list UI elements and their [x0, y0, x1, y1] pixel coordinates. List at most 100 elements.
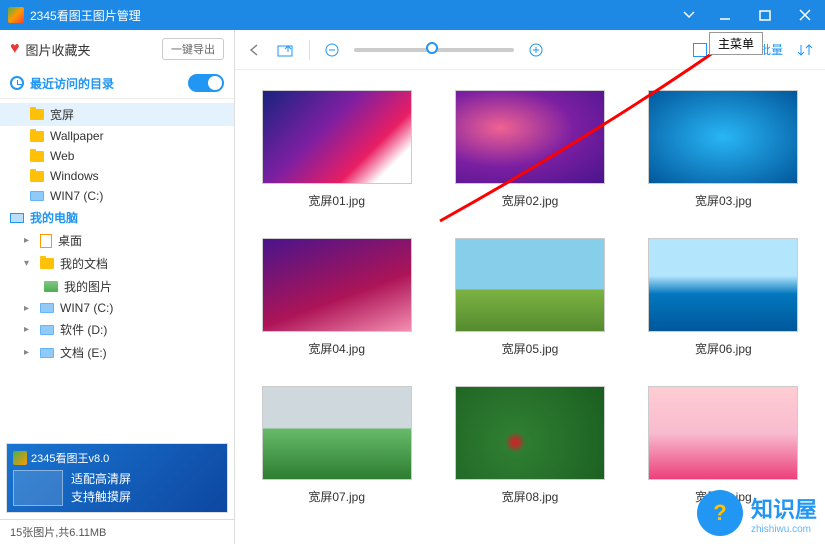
tree-header-mycomputer[interactable]: 我的电脑 [0, 206, 234, 229]
close-button[interactable] [785, 0, 825, 30]
expand-icon[interactable]: ▸ [24, 347, 34, 358]
maximize-button[interactable] [745, 0, 785, 30]
thumbnail-image [262, 238, 412, 332]
thumbnail-item[interactable]: 宽屏07.jpg [245, 386, 428, 524]
thumbnail-item[interactable]: 宽屏02.jpg [438, 90, 621, 228]
close-icon [799, 9, 811, 21]
disk-icon [40, 348, 54, 358]
heart-icon: ♥ [10, 40, 20, 58]
tree-item-comp-1[interactable]: ▾我的文档 [0, 252, 234, 275]
app-icon [8, 7, 24, 23]
sort-icon [797, 43, 813, 57]
thumbnail-image [455, 386, 605, 480]
disk-icon [30, 191, 44, 201]
maximize-icon [759, 9, 771, 21]
thumbnail-image [648, 386, 798, 480]
clock-icon [10, 76, 24, 90]
select-all-checkbox[interactable] [693, 43, 707, 57]
tree-item-comp-2[interactable]: 我的图片 [0, 275, 234, 298]
window-title: 2345看图王图片管理 [30, 7, 141, 24]
picture-icon [44, 281, 58, 292]
thumbnail-item[interactable]: 宽屏03.jpg [632, 90, 815, 228]
tree-item-comp-5[interactable]: ▸文档 (E:) [0, 341, 234, 364]
recent-header[interactable]: 最近访问的目录 [0, 68, 234, 99]
up-folder-button[interactable] [277, 42, 295, 58]
minimize-button[interactable] [705, 0, 745, 30]
zoom-in-button[interactable] [528, 42, 544, 58]
watermark-badge: ? [697, 490, 743, 536]
favorites-row: ♥ 图片收藏夹 一键导出 [0, 30, 234, 68]
chevron-down-icon [683, 11, 695, 19]
expand-icon[interactable]: ▸ [24, 235, 34, 246]
recent-toggle[interactable] [188, 74, 224, 92]
separator [309, 40, 310, 60]
promo-graphic [13, 470, 63, 506]
thumbnail-label: 宽屏08.jpg [502, 488, 559, 505]
thumbnail-label: 宽屏06.jpg [695, 340, 752, 357]
watermark-url: zhishiwu.com [751, 524, 817, 535]
thumbnail-grid: 宽屏01.jpg 宽屏02.jpg 宽屏03.jpg 宽屏04.jpg 宽屏05… [235, 70, 825, 544]
expand-icon[interactable]: ▸ [24, 324, 34, 335]
thumbnail-image [648, 238, 798, 332]
tree-item-comp-0[interactable]: ▸桌面 [0, 229, 234, 252]
app-icon [13, 451, 27, 465]
thumbnail-item[interactable]: 宽屏05.jpg [438, 238, 621, 376]
folder-icon [30, 131, 44, 142]
folder-icon [40, 258, 54, 269]
folder-icon [30, 151, 44, 162]
expand-icon[interactable]: ▸ [24, 303, 34, 314]
folder-icon [30, 171, 44, 182]
thumbnail-item[interactable]: 宽屏01.jpg [245, 90, 428, 228]
zoom-slider[interactable] [354, 48, 514, 52]
plus-circle-icon [528, 42, 544, 58]
expand-icon[interactable]: ▾ [24, 258, 34, 269]
promo-line2: 支持触摸屏 [71, 488, 131, 506]
promo-banner[interactable]: 2345看图王v8.0 适配高清屏 支持触摸屏 [6, 443, 228, 513]
tree-item-recent-4[interactable]: WIN7 (C:) [0, 186, 234, 206]
titlebar: 2345看图王图片管理 [0, 0, 825, 30]
promo-line1: 适配高清屏 [71, 470, 131, 488]
watermark-title: 知识屋 [751, 492, 817, 524]
recent-label: 最近访问的目录 [30, 75, 182, 92]
computer-icon [10, 213, 24, 223]
tree-item-comp-3[interactable]: ▸WIN7 (C:) [0, 298, 234, 318]
thumbnail-image [262, 90, 412, 184]
tree-item-recent-3[interactable]: Windows [0, 166, 234, 186]
folder-up-icon [277, 42, 295, 58]
disk-icon [40, 325, 54, 335]
statusbar: 15张图片,共6.11MB [0, 519, 234, 544]
thumbnail-label: 宽屏01.jpg [308, 192, 365, 209]
thumbnail-item[interactable]: 宽屏06.jpg [632, 238, 815, 376]
thumbnail-image [455, 90, 605, 184]
back-button[interactable] [247, 43, 263, 57]
tree-item-recent-2[interactable]: Web [0, 146, 234, 166]
thumbnail-label: 宽屏02.jpg [502, 192, 559, 209]
sidebar: ♥ 图片收藏夹 一键导出 最近访问的目录 宽屏 Wallpaper Web Wi… [0, 30, 235, 544]
thumbnail-image [455, 238, 605, 332]
content-area: 全选 批量 宽屏01.jpg 宽屏02.jpg 宽屏03.jpg 宽屏04.jp… [235, 30, 825, 544]
folder-tree: 宽屏 Wallpaper Web Windows WIN7 (C:) 我的电脑 … [0, 99, 234, 437]
minimize-icon [719, 9, 731, 21]
zoom-out-button[interactable] [324, 42, 340, 58]
thumbnail-item[interactable]: 宽屏08.jpg [438, 386, 621, 524]
main-menu-dropdown-button[interactable] [677, 6, 701, 24]
thumbnail-label: 宽屏07.jpg [308, 488, 365, 505]
sort-button[interactable] [797, 43, 813, 57]
desktop-icon [40, 234, 52, 248]
export-button[interactable]: 一键导出 [162, 38, 224, 60]
disk-icon [40, 303, 54, 313]
folder-icon [30, 109, 44, 120]
slider-thumb[interactable] [426, 42, 438, 54]
arrow-left-icon [247, 43, 263, 57]
tree-item-recent-1[interactable]: Wallpaper [0, 126, 234, 146]
tree-item-recent-0[interactable]: 宽屏 [0, 103, 234, 126]
tree-item-comp-4[interactable]: ▸软件 (D:) [0, 318, 234, 341]
minus-circle-icon [324, 42, 340, 58]
thumbnail-label: 宽屏04.jpg [308, 340, 365, 357]
thumbnail-image [648, 90, 798, 184]
thumbnail-label: 宽屏03.jpg [695, 192, 752, 209]
thumbnail-item[interactable]: 宽屏04.jpg [245, 238, 428, 376]
watermark: ? 知识屋 zhishiwu.com [697, 490, 817, 536]
favorites-label: 图片收藏夹 [26, 40, 157, 59]
thumbnail-image [262, 386, 412, 480]
